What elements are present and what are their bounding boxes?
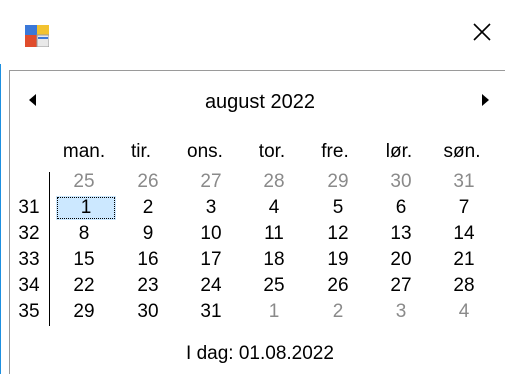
day-name-sat: lør.: [385, 141, 413, 162]
calendar-day[interactable]: 13: [379, 222, 423, 246]
calendar-day[interactable]: 31: [442, 170, 486, 194]
day-name-mon: man.: [62, 141, 106, 162]
calendar-day[interactable]: 16: [126, 248, 170, 272]
calendar-day[interactable]: 7: [442, 196, 486, 220]
calendar-day[interactable]: 30: [379, 170, 423, 194]
next-month-icon: [482, 93, 490, 111]
calendar-day[interactable]: 27: [189, 170, 233, 194]
month-title[interactable]: august 2022: [160, 90, 360, 114]
day-name-fri: fre.: [321, 141, 349, 162]
week-number: 33: [18, 249, 40, 270]
window-border: [0, 64, 1, 374]
day-name-thu: tor.: [258, 141, 286, 162]
calendar-day[interactable]: 11: [252, 222, 296, 246]
week-number: 32: [18, 223, 40, 244]
week-number: 31: [18, 197, 40, 218]
calendar-day[interactable]: 29: [62, 300, 106, 324]
calendar-day[interactable]: 25: [252, 274, 296, 298]
calendar-day[interactable]: 18: [252, 248, 296, 272]
close-icon: [472, 22, 492, 47]
day-name-sun: søn.: [443, 141, 481, 162]
calendar-day[interactable]: 28: [442, 274, 486, 298]
calendar-day[interactable]: 14: [442, 222, 486, 246]
calendar-day[interactable]: 9: [126, 222, 170, 246]
calendar-day-selected[interactable]: 1: [56, 196, 116, 220]
calendar-day[interactable]: 10: [189, 222, 233, 246]
calendar-day[interactable]: 17: [189, 248, 233, 272]
prev-month-button[interactable]: [23, 94, 43, 110]
calendar-day[interactable]: 26: [316, 274, 360, 298]
calendar-day[interactable]: 12: [316, 222, 360, 246]
calendar-day[interactable]: 2: [126, 196, 170, 220]
calendar-day[interactable]: 1: [252, 300, 296, 324]
calendar-day[interactable]: 5: [316, 196, 360, 220]
calendar-day[interactable]: 28: [252, 170, 296, 194]
calendar-day[interactable]: 4: [442, 300, 486, 324]
calendar-day[interactable]: 31: [189, 300, 233, 324]
day-name-wed: ons.: [187, 141, 223, 162]
next-month-button[interactable]: [476, 94, 496, 110]
calendar-day[interactable]: 6: [379, 196, 423, 220]
day-name-tue: tir.: [130, 141, 152, 162]
week-number: 35: [18, 301, 40, 322]
calendar-day[interactable]: 22: [62, 274, 106, 298]
calendar-day[interactable]: 2: [316, 300, 360, 324]
calendar-day[interactable]: 24: [189, 274, 233, 298]
calendar-day[interactable]: 4: [252, 196, 296, 220]
calendar-day[interactable]: 27: [379, 274, 423, 298]
calendar-day[interactable]: 19: [316, 248, 360, 272]
today-link[interactable]: I dag: 01.08.2022: [140, 342, 380, 366]
week-number: 34: [18, 275, 40, 296]
app-icon: [25, 25, 50, 48]
calendar-day[interactable]: 26: [126, 170, 170, 194]
calendar-day[interactable]: 21: [442, 248, 486, 272]
calendar-day[interactable]: 3: [379, 300, 423, 324]
calendar-day[interactable]: 29: [316, 170, 360, 194]
calendar-window: august 2022 man. tir. ons. tor. fre. lør…: [0, 0, 505, 374]
calendar-day[interactable]: 30: [126, 300, 170, 324]
prev-month-icon: [29, 93, 37, 111]
close-button[interactable]: [459, 8, 505, 60]
calendar-day[interactable]: 23: [126, 274, 170, 298]
calendar-day[interactable]: 15: [62, 248, 106, 272]
calendar-day[interactable]: 20: [379, 248, 423, 272]
calendar-day[interactable]: 25: [62, 170, 106, 194]
calendar-day[interactable]: 8: [62, 222, 106, 246]
week-number-divider: [49, 172, 50, 326]
calendar-day[interactable]: 3: [189, 196, 233, 220]
title-bar: [0, 0, 505, 64]
